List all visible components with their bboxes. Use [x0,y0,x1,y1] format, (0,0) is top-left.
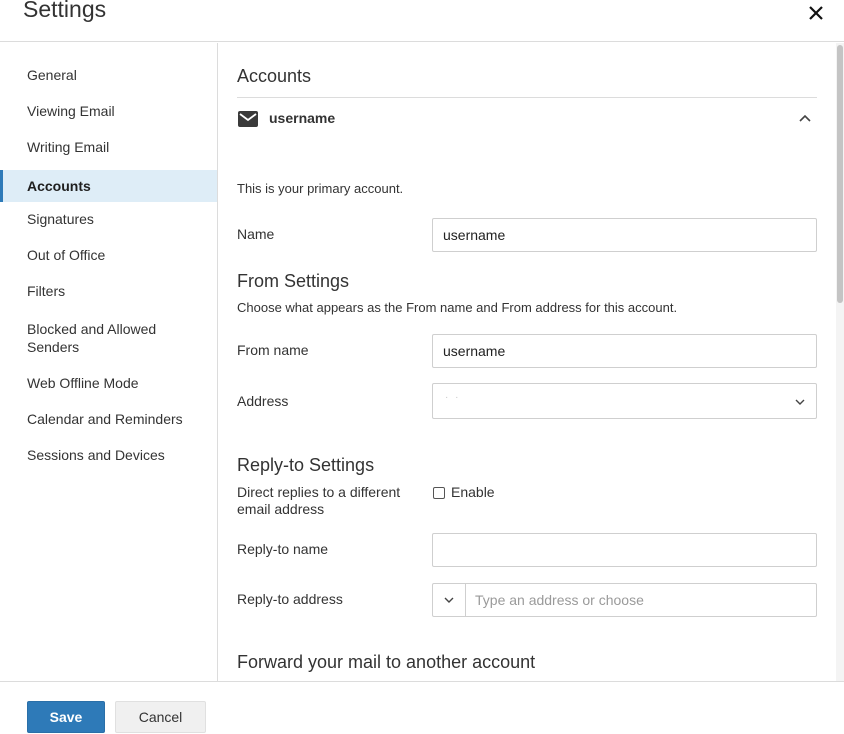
reply-to-name-field[interactable] [432,533,817,567]
sidebar-item-label: Out of Office [27,247,106,263]
name-field[interactable]: username [432,218,817,252]
account-name: username [269,110,336,126]
accounts-heading: Accounts [237,66,312,86]
address-value: · · [445,392,461,403]
sidebar-item-label: Viewing Email [27,103,115,119]
from-settings-heading: From Settings [237,271,350,291]
enable-label: Enable [451,484,495,500]
close-icon[interactable] [806,3,826,23]
sidebar-item-signatures[interactable]: Signatures [0,203,217,235]
sidebar-item-label: Writing Email [27,139,110,155]
dialog-footer: Save Cancel [0,681,844,734]
address-label: Address [237,393,289,409]
reply-to-address-label: Reply-to address [237,591,343,607]
content-scrollbar[interactable] [836,43,844,681]
sidebar-item-out-of-office[interactable]: Out of Office [0,239,217,271]
reply-to-address-input[interactable] [467,584,816,616]
address-select[interactable]: · · [432,383,817,419]
sidebar-item-web-offline-mode[interactable]: Web Offline Mode [0,367,217,399]
sidebar-item-label: Web Offline Mode [27,375,139,391]
sidebar-item-general[interactable]: General [0,59,217,91]
sidebar-item-label: Signatures [27,211,94,227]
primary-account-text: This is your primary account. [237,181,404,196]
scrollbar-thumb[interactable] [837,45,843,303]
sidebar-item-viewing-email[interactable]: Viewing Email [0,95,217,127]
cancel-button[interactable]: Cancel [115,701,206,733]
sidebar-item-label: Sessions and Devices [27,447,165,463]
settings-sidebar: General Viewing Email Writing Email Acco… [0,43,218,681]
from-name-label: From name [237,342,309,358]
mail-icon [238,111,258,127]
reply-to-name-label: Reply-to name [237,541,329,557]
name-label: Name [237,226,275,242]
direct-replies-label: Direct replies to a different email addr… [237,484,401,517]
sidebar-item-sessions-devices[interactable]: Sessions and Devices [0,439,217,471]
sidebar-item-calendar-reminders[interactable]: Calendar and Reminders [0,403,217,435]
forward-mail-heading: Forward your mail to another account [237,652,536,672]
reply-to-settings-heading: Reply-to Settings [237,455,375,475]
sidebar-item-writing-email[interactable]: Writing Email [0,131,217,163]
save-button[interactable]: Save [27,701,105,733]
divider [237,97,817,98]
settings-content: Accounts username This is your primary a… [218,43,836,681]
sidebar-item-blocked-allowed-senders[interactable]: Blocked and Allowed Senders [0,320,217,362]
chevron-down-icon [444,597,454,603]
enable-reply-to-checkbox[interactable] [433,487,445,499]
sidebar-item-label: General [27,67,77,83]
chevron-up-icon[interactable] [798,111,812,125]
sidebar-item-label: Filters [27,283,66,299]
from-name-field[interactable]: username [432,334,817,368]
sidebar-item-label: Calendar and Reminders [27,411,183,427]
sidebar-item-label: Blocked and Allowed Senders [27,321,157,355]
reply-to-address-combobox [432,583,817,617]
dialog-title: Settings [23,0,107,22]
dialog-header: Settings [0,0,844,42]
sidebar-item-label: Accounts [27,178,91,194]
sidebar-item-accounts[interactable]: Accounts [0,170,217,202]
chevron-down-icon [794,395,806,407]
from-settings-description: Choose what appears as the From name and… [237,300,678,315]
reply-to-address-dropdown-button[interactable] [433,584,466,616]
sidebar-item-filters[interactable]: Filters [0,275,217,307]
